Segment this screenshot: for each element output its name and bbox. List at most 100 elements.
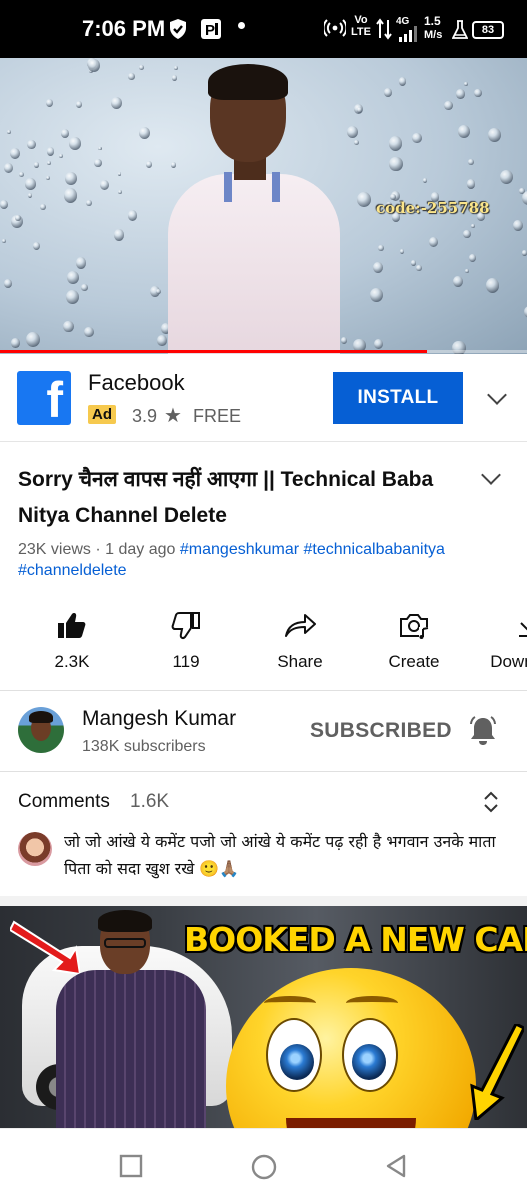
channel-name[interactable]: Mangesh Kumar xyxy=(82,707,236,731)
rain-drop xyxy=(411,260,417,267)
progress-track[interactable] xyxy=(0,350,527,353)
status-bar: 7:06 PM P Vo LTE 4G 1.5 M/s 83 xyxy=(0,0,527,58)
rain-drop xyxy=(63,320,74,332)
rain-drop xyxy=(468,158,474,165)
share-label: Share xyxy=(277,652,323,671)
hashtag-link[interactable]: #mangeshkumar xyxy=(180,541,299,558)
download-button[interactable]: Download xyxy=(473,596,527,688)
back-icon[interactable] xyxy=(384,1153,408,1179)
ad-card[interactable]: f Facebook Ad 3.9 ★ FREE INSTALL xyxy=(0,354,527,442)
rain-drop xyxy=(69,136,81,150)
rain-drop xyxy=(139,127,151,140)
rain-drop xyxy=(156,288,161,294)
system-nav-bar xyxy=(0,1128,527,1200)
download-label: Download xyxy=(490,652,527,671)
rain-drop xyxy=(422,178,427,183)
share-button[interactable]: Share xyxy=(245,596,355,688)
rain-drop xyxy=(94,158,102,167)
rain-drop xyxy=(373,338,384,350)
rain-drop xyxy=(399,248,405,254)
comments-count: 1.6K xyxy=(130,791,170,812)
thumbnail-headline: BOOKED A NEW CAR xyxy=(184,920,527,959)
rain-drop xyxy=(65,171,78,186)
home-icon[interactable] xyxy=(250,1153,278,1181)
star-icon: ★ xyxy=(164,405,182,427)
recent-apps-icon[interactable] xyxy=(118,1153,144,1179)
description-expand-chevron-icon[interactable] xyxy=(481,465,501,485)
rain-drop xyxy=(372,261,383,273)
rain-drop xyxy=(18,171,24,178)
rain-drop xyxy=(466,179,476,189)
rain-drop xyxy=(456,89,465,99)
facebook-logo-icon: f xyxy=(17,371,71,428)
subscriber-count: 138K subscribers xyxy=(82,738,206,755)
battery-icon: 83 xyxy=(472,21,504,39)
channel-row[interactable]: Mangesh Kumar 138K subscribers SUBSCRIBE… xyxy=(0,691,527,771)
rain-drop xyxy=(80,283,88,292)
progress-fill xyxy=(0,350,427,353)
rain-drop xyxy=(499,169,513,185)
rain-drop xyxy=(471,223,476,229)
rain-drop xyxy=(113,229,124,241)
rain-drop xyxy=(75,257,87,269)
rain-drop xyxy=(40,203,46,210)
rain-drop xyxy=(1,238,7,244)
rain-drop xyxy=(46,147,55,156)
youtube-watch-page: 7:06 PM P Vo LTE 4G 1.5 M/s 83 code:-255… xyxy=(0,0,527,1200)
rain-drop xyxy=(67,270,80,285)
rain-drop xyxy=(356,107,362,113)
rain-drop xyxy=(117,189,122,194)
svg-text:P: P xyxy=(205,22,215,39)
rain-drop xyxy=(60,129,69,138)
rain-drop xyxy=(464,82,469,87)
channel-avatar[interactable] xyxy=(18,707,64,753)
yellow-arrow-icon xyxy=(470,1024,524,1120)
rain-drop xyxy=(85,199,92,206)
expand-collapse-icon[interactable] xyxy=(483,790,499,814)
rain-drop xyxy=(33,242,41,250)
rain-drop xyxy=(145,160,153,169)
flask-icon xyxy=(452,20,468,39)
rain-drop xyxy=(157,335,167,346)
signal-icon xyxy=(399,26,417,42)
rain-drop xyxy=(429,237,439,248)
rain-drop xyxy=(45,99,54,108)
video-title[interactable]: Sorry चैनल वापस नहीं आएगा || Technical B… xyxy=(18,462,458,534)
dislike-button[interactable]: 119 xyxy=(131,596,241,688)
rain-drop xyxy=(398,77,407,86)
smiley-emoji-icon xyxy=(226,968,476,1128)
rain-drop xyxy=(63,187,78,203)
comments-section[interactable]: Comments 1.6K जो जो आंखे ये कमेंट पजो जो… xyxy=(0,772,527,896)
rain-drop xyxy=(388,135,403,151)
subscribed-button[interactable]: SUBSCRIBED xyxy=(310,719,452,743)
ad-expand-chevron-icon[interactable] xyxy=(487,385,507,405)
rain-drop xyxy=(83,326,94,338)
like-button[interactable]: 2.3K xyxy=(17,596,127,688)
rain-drop xyxy=(47,160,51,166)
rain-drop xyxy=(357,191,371,207)
video-player[interactable]: code:-255788 xyxy=(0,58,527,354)
rain-drop xyxy=(469,254,477,262)
rain-drop xyxy=(7,129,12,135)
rain-drop xyxy=(99,180,109,191)
download-icon xyxy=(519,614,527,637)
create-label: Create xyxy=(388,652,440,671)
notification-dot xyxy=(238,22,245,29)
commenter-avatar xyxy=(18,832,52,866)
create-button[interactable]: Create xyxy=(359,596,469,688)
rain-drop xyxy=(458,125,471,139)
install-button[interactable]: INSTALL xyxy=(333,372,463,424)
net-speed-unit: M/s xyxy=(424,29,443,41)
rain-drop xyxy=(25,178,36,190)
notification-bell-icon[interactable] xyxy=(468,715,498,747)
rain-drop xyxy=(33,161,40,168)
hashtag-link[interactable]: #technicalbabanitya xyxy=(304,541,445,558)
rain-drop xyxy=(453,276,464,288)
upload-age: 1 day ago xyxy=(105,541,176,558)
rain-drop xyxy=(139,65,145,71)
hashtag-link[interactable]: #channeldelete xyxy=(18,562,127,579)
rain-drop xyxy=(26,332,41,348)
rain-drop xyxy=(340,336,348,345)
rain-drop xyxy=(354,140,359,146)
next-video-thumbnail[interactable]: BOOKED A NEW CAR xyxy=(0,906,527,1128)
